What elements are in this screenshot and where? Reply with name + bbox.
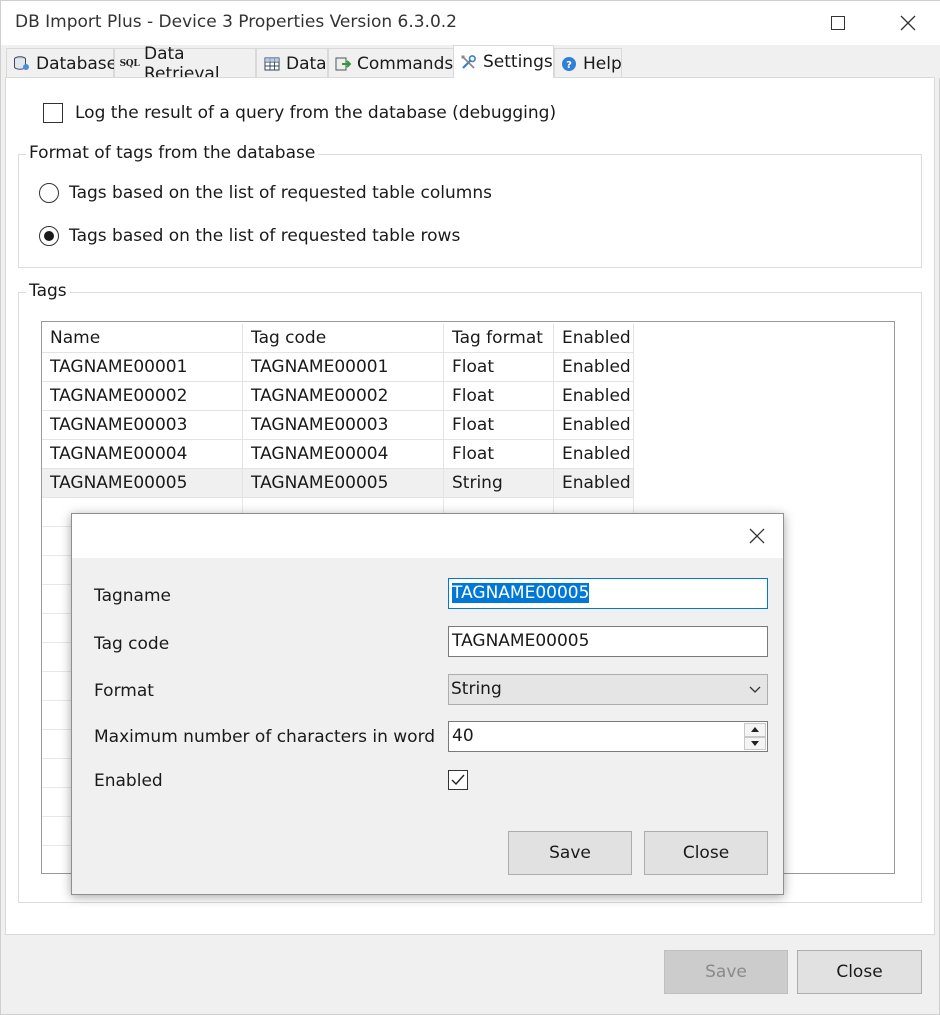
dialog-close-text-button[interactable]: Close (644, 831, 768, 875)
cell-name: TAGNAME00001 (42, 353, 243, 382)
close-window-button[interactable] (873, 1, 940, 45)
format-label: Format (94, 681, 154, 701)
tab-label: Commands (357, 53, 454, 74)
log-query-checkbox[interactable] (43, 103, 63, 123)
table-row[interactable]: TAGNAME00004 TAGNAME00004 Float Enabled (42, 440, 634, 469)
cell-tag-code: TAGNAME00001 (243, 353, 444, 382)
cell-tag-code: TAGNAME00005 (243, 469, 444, 498)
maxchars-value: 40 (452, 726, 474, 746)
arrow-up-icon (751, 727, 759, 733)
tagname-input[interactable]: TAGNAME00005 (448, 578, 768, 609)
chevron-down-icon (749, 686, 761, 693)
cell-tag-code: TAGNAME00002 (243, 382, 444, 411)
cell-name: TAGNAME00005 (42, 469, 243, 498)
maximize-icon (831, 16, 845, 30)
dialog-save-button[interactable]: Save (508, 831, 632, 875)
svg-text:?: ? (566, 60, 572, 71)
column-header-tag-format[interactable]: Tag format (444, 324, 554, 353)
column-header-enabled[interactable]: Enabled (554, 324, 634, 353)
tagname-value: TAGNAME00005 (452, 583, 590, 603)
edit-tag-dialog: Tagname TAGNAME00005 Tag code TAGNAME000… (71, 513, 784, 895)
dialog-close-button[interactable] (739, 519, 775, 553)
maximize-button[interactable] (803, 1, 873, 45)
stepper-buttons (744, 723, 766, 750)
stepper-down-button[interactable] (744, 736, 766, 750)
table-row-selected[interactable]: TAGNAME00005 TAGNAME00005 String Enabled (42, 469, 634, 498)
cell-enabled: Enabled (554, 440, 634, 469)
database-icon (13, 55, 30, 72)
tagname-label: Tagname (94, 586, 171, 606)
tab-label: Database (36, 53, 118, 74)
radio-rows[interactable] (39, 226, 59, 246)
arrow-down-icon (751, 740, 759, 746)
cell-tag-format: String (444, 469, 554, 498)
column-header-tag-code[interactable]: Tag code (243, 324, 444, 353)
tab-label: Settings (483, 52, 553, 72)
table-row[interactable]: TAGNAME00002 TAGNAME00002 Float Enabled (42, 382, 634, 411)
cell-tag-format: Float (444, 411, 554, 440)
radio-columns[interactable] (39, 183, 59, 203)
cell-name: TAGNAME00004 (42, 440, 243, 469)
tagcode-value: TAGNAME00005 (452, 631, 590, 651)
table-row[interactable]: TAGNAME00001 TAGNAME00001 Float Enabled (42, 353, 634, 382)
cell-enabled: Enabled (554, 382, 634, 411)
save-button[interactable]: Save (664, 950, 788, 994)
format-group: Format of tags from the database Tags ba… (18, 143, 922, 268)
cell-enabled: Enabled (554, 469, 634, 498)
radio-rows-label: Tags based on the list of requested tabl… (69, 226, 461, 246)
cell-name: TAGNAME00002 (42, 382, 243, 411)
enabled-label: Enabled (94, 771, 163, 791)
radio-option-rows[interactable]: Tags based on the list of requested tabl… (39, 226, 460, 246)
radio-option-columns[interactable]: Tags based on the list of requested tabl… (39, 183, 492, 203)
table-row[interactable]: TAGNAME00003 TAGNAME00003 Float Enabled (42, 411, 634, 440)
title-bar: DB Import Plus - Device 3 Properties Ver… (1, 1, 940, 45)
log-query-option[interactable]: Log the result of a query from the datab… (43, 103, 556, 123)
tab-settings[interactable]: Settings (453, 45, 554, 78)
tagcode-label: Tag code (94, 634, 170, 654)
stepper-up-button[interactable] (744, 723, 766, 737)
close-button[interactable]: Close (797, 950, 922, 994)
dialog-title-bar (72, 514, 783, 558)
help-icon: ? (561, 55, 577, 72)
cell-tag-format: Float (444, 382, 554, 411)
tab-help[interactable]: ? Help (554, 48, 622, 78)
tagcode-input[interactable]: TAGNAME00005 (448, 626, 768, 657)
format-group-title: Format of tags from the database (26, 143, 319, 163)
maxchars-stepper[interactable]: 40 (448, 721, 768, 752)
radio-columns-label: Tags based on the list of requested tabl… (69, 183, 492, 203)
log-query-label: Log the result of a query from the datab… (75, 103, 557, 123)
tab-database[interactable]: Database (6, 48, 118, 78)
commands-icon (335, 55, 351, 72)
checkmark-icon (451, 774, 465, 786)
properties-window: DB Import Plus - Device 3 Properties Ver… (0, 0, 940, 1015)
cell-tag-code: TAGNAME00003 (243, 411, 444, 440)
cell-tag-format: Float (444, 440, 554, 469)
cell-enabled: Enabled (554, 411, 634, 440)
close-icon (900, 15, 916, 31)
tab-label: Help (583, 53, 622, 74)
tab-commands[interactable]: Commands (328, 48, 454, 78)
close-icon (749, 528, 765, 544)
grid-icon (263, 55, 280, 72)
minimize-button[interactable] (733, 1, 803, 45)
tab-data[interactable]: Data (256, 48, 328, 78)
format-value: String (451, 679, 502, 699)
column-header-name[interactable]: Name (42, 324, 243, 353)
cell-tag-format: Float (444, 353, 554, 382)
maxchars-label: Maximum number of characters in word (94, 727, 436, 747)
table-header: Name Tag code Tag format Enabled (42, 324, 634, 353)
window-title: DB Import Plus - Device 3 Properties Ver… (15, 12, 457, 32)
tab-data-retrieval[interactable]: SQL Data Retrieval (114, 44, 256, 84)
cell-name: TAGNAME00003 (42, 411, 243, 440)
enabled-checkbox[interactable] (448, 770, 468, 790)
sql-icon: SQL (119, 58, 140, 69)
cell-enabled: Enabled (554, 353, 634, 382)
cell-tag-code: TAGNAME00004 (243, 440, 444, 469)
tags-group-title: Tags (26, 281, 70, 301)
format-select[interactable]: String (448, 674, 768, 705)
tools-icon (460, 54, 477, 71)
tab-label: Data (286, 53, 327, 74)
tab-strip: Database SQL Data Retrieval Data Command… (1, 44, 940, 84)
